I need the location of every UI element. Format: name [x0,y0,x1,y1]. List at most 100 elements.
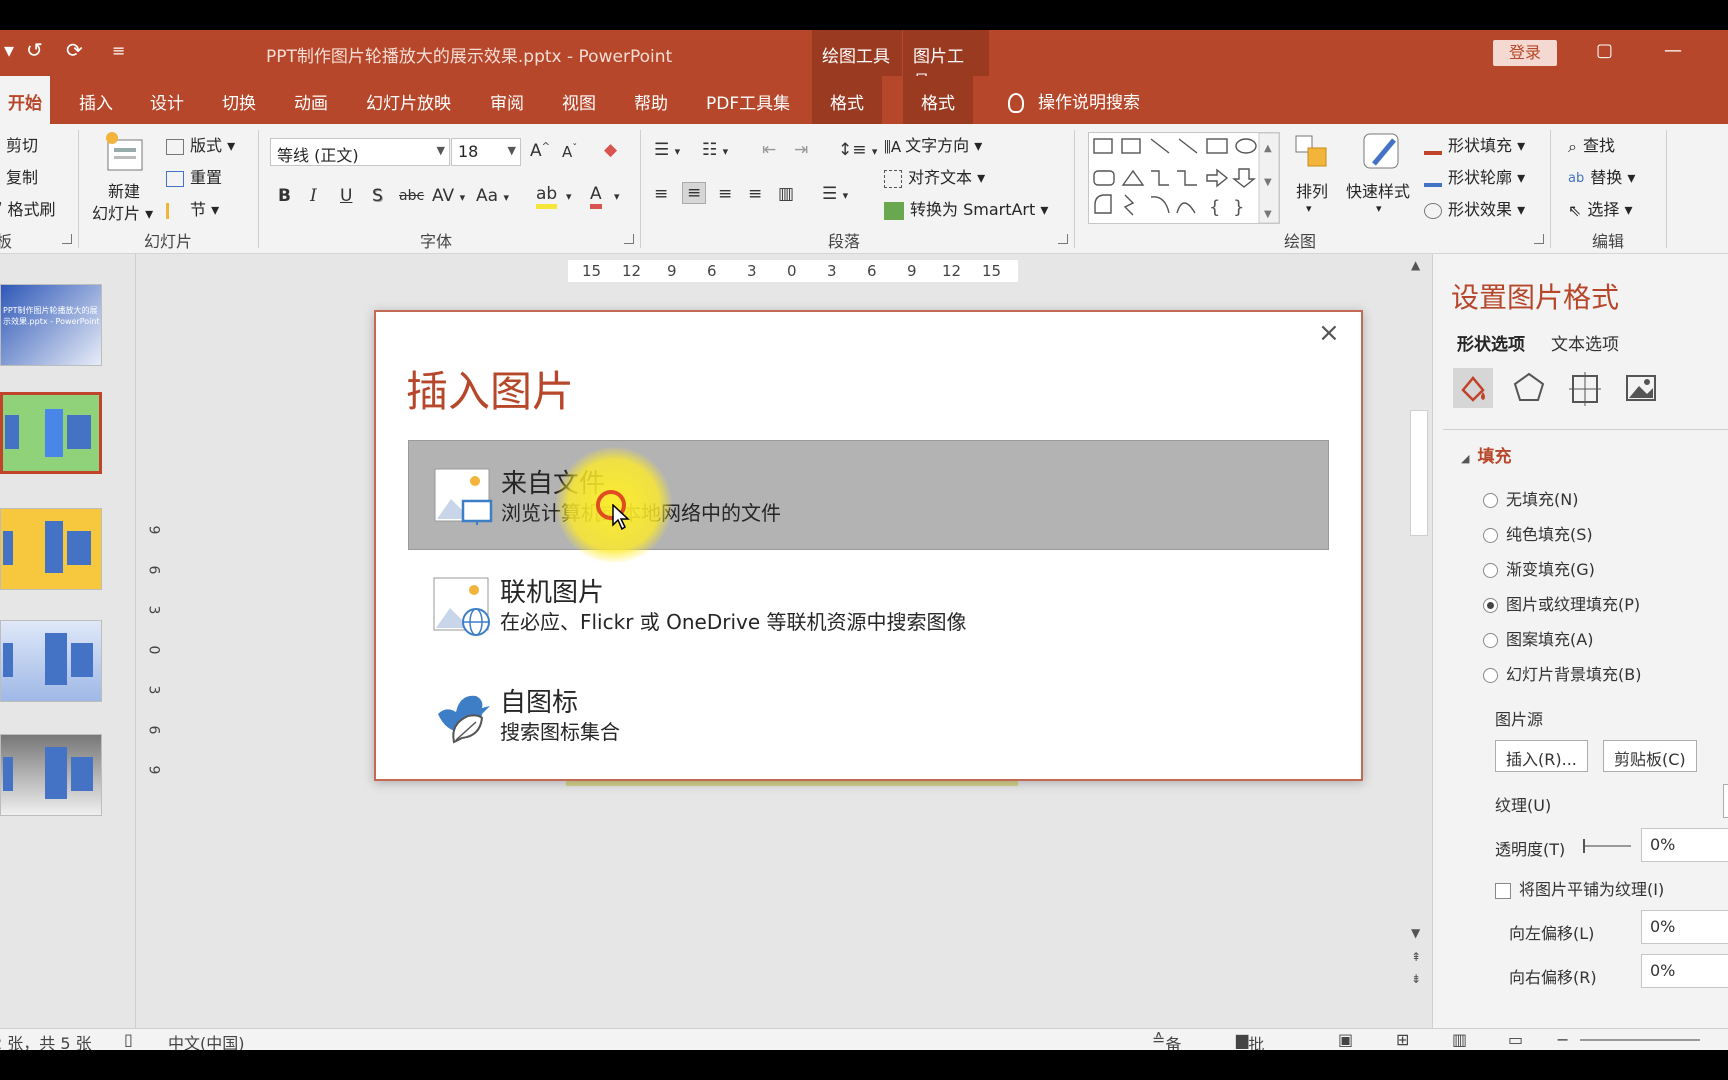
transparency-slider[interactable] [1583,839,1631,853]
qat-dropdown-icon[interactable]: ▾ [4,38,14,62]
strikethrough-button[interactable]: abc [399,188,424,204]
shape-gallery[interactable]: {} ▲ ▼ ▼ [1088,132,1280,224]
slideshow-view-icon[interactable]: ▭ [1508,1030,1523,1049]
slide-thumbnail-2[interactable] [0,392,102,474]
tab-review[interactable]: 审阅 [490,76,524,124]
new-slide-dropdown[interactable]: 幻灯片 ▾ [92,200,153,224]
size-properties-icon[interactable] [1565,368,1605,408]
text-direction-button[interactable]: ⫼A 文字方向 ▾ [884,132,982,156]
spelling-icon[interactable]: ▯ [124,1030,133,1049]
chevron-down-icon[interactable]: ▾ [1376,202,1382,215]
fill-section-header[interactable]: ◢ 填充 [1461,442,1511,467]
radio-no-fill[interactable]: 无填充(N) [1483,486,1578,510]
slide-thumbnail-pane[interactable]: PPT制作图片轮播放大的展示效果.pptx - PowerPoint [0,254,136,1028]
slider-handle[interactable] [1583,839,1585,853]
underline-button[interactable]: U [340,186,352,206]
offset-left-input[interactable]: 0% [1641,910,1728,944]
option-icons[interactable]: 自图标 搜索图标集合 [408,660,1329,770]
clear-formatting-icon[interactable]: ◆ [604,140,617,160]
slide-sorter-icon[interactable]: ⊞ [1396,1030,1409,1049]
login-button[interactable]: 登录 [1493,40,1557,66]
tile-checkbox[interactable]: 将图片平铺为纹理(I) [1495,876,1664,900]
replace-button[interactable]: ab 替换 ▾ [1568,164,1635,188]
drawing-launcher-icon[interactable] [1534,234,1544,244]
picture-icon[interactable] [1621,368,1661,408]
format-painter-button[interactable]: ʹ 格式刷 [0,196,56,220]
vertical-scrollbar[interactable]: ▲ ▼ ⇞ ⇟ [1407,254,1431,994]
notes-button[interactable]: ≙ 备注 [1152,1030,1181,1050]
tab-slideshow[interactable]: 幻灯片放映 [366,76,451,124]
slide-thumbnail-4[interactable] [0,620,102,702]
slideshow-start-icon[interactable]: ⟳ [66,38,83,62]
next-slide-icon[interactable]: ⇟ [1411,972,1421,986]
ribbon-display-options-icon[interactable]: ▢ [1596,40,1613,61]
tab-insert[interactable]: 插入 [79,76,113,124]
bullets-icon[interactable]: ☰ ▾ [654,140,680,160]
slide-thumbnail-5[interactable] [0,734,102,816]
arrange-button[interactable]: 排列 [1296,178,1328,202]
character-spacing-button[interactable]: AV ▾ [432,186,465,206]
shape-fill-button[interactable]: 形状填充 ▾ [1424,132,1525,156]
align-right-icon[interactable]: ≡ [718,184,732,204]
italic-button[interactable]: I [310,186,317,206]
scrollbar-thumb[interactable] [1410,410,1428,536]
font-launcher-icon[interactable] [624,234,634,244]
zoom-out-icon[interactable]: − [1556,1030,1569,1049]
radio-pattern-fill[interactable]: 图案填充(A) [1483,626,1593,650]
tab-design[interactable]: 设计 [150,76,184,124]
tell-me-search[interactable]: 操作说明搜索 [1008,76,1140,124]
slide-thumbnail-3[interactable] [0,508,102,590]
tab-format-drawing[interactable]: 格式 [812,76,882,124]
minimize-button[interactable]: — [1664,40,1682,61]
radio-solid-fill[interactable]: 纯色填充(S) [1483,521,1593,545]
highlight-color-icon[interactable]: ab [536,184,558,209]
paragraph-launcher-icon[interactable] [1058,234,1068,244]
align-left-icon[interactable]: ≡ [654,184,668,204]
chevron-down-icon[interactable]: ▾ [1306,202,1312,215]
transparency-input[interactable]: 0% [1641,828,1728,862]
copy-button[interactable]: 复制 [6,164,38,188]
chevron-down-icon[interactable]: ▾ [614,190,620,203]
radio-gradient-fill[interactable]: 渐变填充(G) [1483,556,1595,580]
find-button[interactable]: ⌕ 查找 [1568,132,1615,157]
close-button[interactable]: × [1318,318,1340,348]
tab-shape-options[interactable]: 形状选项 [1457,330,1525,355]
fill-line-icon[interactable] [1453,368,1493,408]
align-center-icon[interactable]: ≡ [682,182,707,204]
bold-button[interactable]: B [278,186,291,206]
align-text-button[interactable]: 对齐文本 ▾ [884,164,985,188]
tab-view[interactable]: 视图 [562,76,596,124]
font-name-combo[interactable]: 等线 (正文) ▼ [270,138,450,166]
shrink-font-icon[interactable]: Aˇ [562,143,577,161]
language-indicator[interactable]: 中文(中国) [168,1030,245,1050]
quick-styles-button[interactable]: 快速样式 [1346,178,1410,202]
zoom-slider[interactable] [1580,1039,1700,1041]
decrease-indent-icon[interactable]: ⇤ [762,140,776,160]
distributed-icon[interactable]: ▥ [778,184,794,204]
clipboard-button[interactable]: 剪贴板(C) [1603,740,1697,772]
normal-view-icon[interactable]: ▣ [1338,1030,1353,1049]
new-slide-button[interactable]: 新建 [108,178,140,202]
select-button[interactable]: ⇖ 选择 ▾ [1568,196,1633,220]
tab-format-picture[interactable]: 格式 [903,76,973,124]
tab-text-options[interactable]: 文本选项 [1551,330,1619,355]
layout-button[interactable]: 版式 ▾ [166,132,235,156]
justify-icon[interactable]: ≡ [748,184,762,204]
shape-outline-button[interactable]: 形状轮廓 ▾ [1424,164,1525,188]
chevron-down-icon[interactable]: ▾ [566,190,572,203]
texture-picker[interactable] [1723,784,1728,818]
font-size-combo[interactable]: 18 ▼ [451,138,521,166]
option-from-file[interactable]: 来自文件 浏览计算机或本地网络中的文件 [408,440,1329,550]
shape-effects-button[interactable]: 形状效果 ▾ [1424,196,1525,220]
radio-picture-fill[interactable]: 图片或纹理填充(P) [1483,591,1640,615]
insert-picture-button[interactable]: 插入(R)... [1495,740,1588,772]
shadow-button[interactable]: S [372,186,383,206]
tab-transitions[interactable]: 切换 [222,76,256,124]
columns-icon[interactable]: ☰ ▾ [822,184,848,204]
tab-pdf-tools[interactable]: PDF工具集 [706,76,790,124]
clipboard-launcher-icon[interactable] [62,234,72,244]
redo-icon[interactable]: ↺ [26,38,43,62]
change-case-button[interactable]: Aa ▾ [476,186,509,206]
offset-right-input[interactable]: 0% [1641,954,1728,988]
radio-background-fill[interactable]: 幻灯片背景填充(B) [1483,661,1641,685]
